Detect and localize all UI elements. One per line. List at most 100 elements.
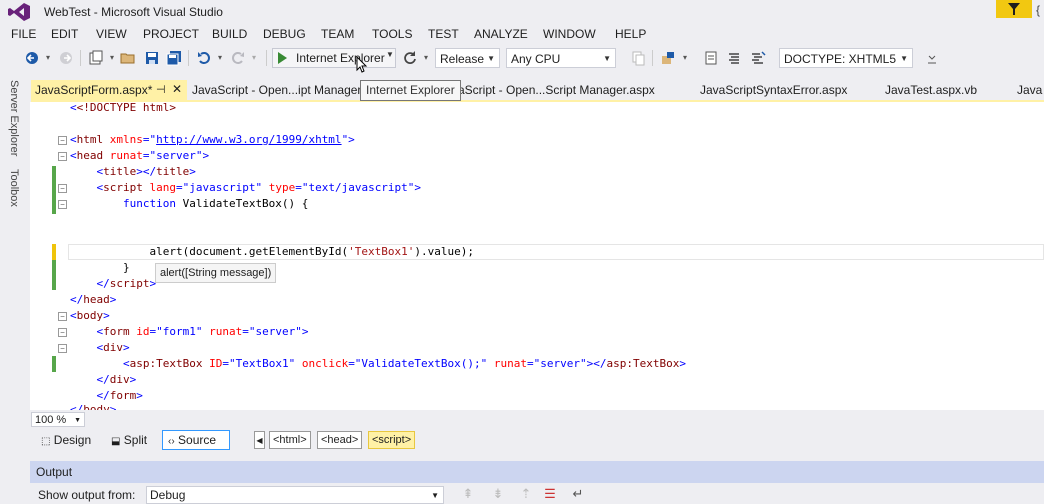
code-line: <asp:TextBox ID="TextBox1" onclick="Vali… (122, 357, 686, 370)
menu-test[interactable]: TEST (428, 27, 459, 41)
toolbox-tab[interactable]: Toolbox (8, 169, 20, 207)
next-message-icon[interactable]: ⇟ (490, 486, 506, 502)
chevron-down-icon[interactable]: ▾ (104, 50, 120, 66)
save-all-icon[interactable] (166, 50, 182, 66)
chevron-down-icon[interactable]: ▾ (246, 50, 262, 66)
format-selection-icon[interactable] (750, 50, 766, 66)
breadcrumb-html[interactable]: <html> (269, 431, 311, 449)
collapse-icon[interactable]: − (58, 184, 67, 193)
collapse-icon[interactable]: − (58, 312, 67, 321)
output-source-value: Debug (150, 488, 186, 502)
tab-javascriptsyntaxerror-aspx[interactable]: JavaScriptSyntaxError.aspx (700, 83, 847, 97)
align-text-icon[interactable] (726, 50, 742, 66)
chevron-down-icon: ▼ (603, 54, 611, 63)
output-panel-header (30, 461, 1044, 483)
toolbar-overflow-icon[interactable] (924, 50, 940, 66)
collapse-icon[interactable]: − (58, 344, 67, 353)
horizontal-scrollbar[interactable] (87, 412, 1044, 427)
solution-platform-select[interactable]: Any CPU ▼ (506, 48, 616, 68)
previous-message-icon[interactable]: ⇡ (518, 486, 534, 502)
code-line: alert(document.getElementById('TextBox1'… (149, 245, 475, 258)
collapse-icon[interactable]: − (58, 328, 67, 337)
zoom-value: 100 % (35, 414, 67, 426)
code-line: <html xmlns="http://www.w3.org/1999/xhtm… (70, 133, 355, 146)
tab-javascript-open-script-manager[interactable]: JavaScript - Open...ipt Manager (192, 83, 361, 97)
code-line: <div> (96, 341, 130, 354)
tab-javascript-open-script-manager-aspx[interactable]: vaScript - Open...Script Manager.aspx (452, 83, 655, 97)
navigate-forward-icon[interactable] (58, 50, 74, 66)
chevron-down-icon[interactable]: ▾ (40, 50, 56, 66)
code-line: </head> (70, 293, 117, 306)
find-in-files-icon[interactable] (660, 50, 676, 66)
solution-configuration-select[interactable]: Release ▼ (435, 48, 500, 68)
breadcrumb-scroll-left-icon[interactable]: ◀ (254, 431, 265, 449)
menu-tools[interactable]: TOOLS (372, 27, 412, 41)
pin-icon[interactable]: ⊣ (156, 83, 166, 96)
code-line: } (70, 261, 130, 274)
design-view-button[interactable]: ⬚ Design (41, 431, 91, 450)
menu-analyze[interactable]: ANALYZE (474, 27, 528, 41)
code-line: <<!DOCTYPE html> (70, 101, 176, 114)
tab-java[interactable]: Java (1017, 83, 1042, 97)
show-output-from-label: Show output from: (38, 488, 136, 502)
chevron-down-icon: ▼ (487, 54, 495, 63)
toolbar-separator (652, 50, 653, 66)
menu-help[interactable]: HELP (615, 27, 646, 41)
copy-icon[interactable] (630, 50, 646, 66)
menu-edit[interactable]: EDIT (51, 27, 78, 41)
refresh-icon[interactable] (402, 50, 418, 66)
navigate-back-icon[interactable] (24, 50, 40, 66)
tooltip: Internet Explorer (360, 80, 461, 101)
toolbar-separator (266, 50, 267, 66)
chevron-down-icon[interactable]: ▾ (212, 50, 228, 66)
mouse-cursor-icon (356, 56, 368, 73)
change-marker (52, 166, 56, 214)
menu-project[interactable]: PROJECT (143, 27, 199, 41)
code-line: </script> (96, 277, 157, 290)
chevron-down-icon: ▼ (74, 417, 81, 424)
split-view-button[interactable]: ⬓ Split (111, 431, 147, 450)
code-line: function ValidateTextBox() { (122, 197, 309, 210)
menu-build[interactable]: BUILD (212, 27, 247, 41)
html-element-icon[interactable] (703, 50, 719, 66)
doctype-value: DOCTYPE: XHTML5 (784, 52, 897, 66)
server-explorer-tab[interactable]: Server Explorer (8, 80, 20, 156)
chevron-down-icon[interactable]: ▾ (418, 50, 434, 66)
chevron-down-icon[interactable]: ▾ (677, 50, 693, 66)
find-message-icon[interactable]: ⇞ (460, 486, 476, 502)
close-icon[interactable]: ✕ (172, 82, 182, 96)
editor-gutter (30, 102, 66, 410)
toolbar-separator (188, 50, 189, 66)
toggle-word-wrap-icon[interactable]: ↵ (570, 486, 586, 502)
parameter-info-text: alert([String message]) (160, 267, 272, 279)
menu-window[interactable]: WINDOW (543, 27, 596, 41)
collapse-icon[interactable]: − (58, 200, 67, 209)
source-icon: ‹› (168, 436, 175, 447)
doctype-select[interactable]: DOCTYPE: XHTML5 ▼ (779, 48, 913, 68)
code-line: <form id="form1" runat="server"> (96, 325, 309, 338)
chevron-down-icon[interactable]: ▼ (386, 50, 394, 59)
save-icon[interactable] (144, 50, 160, 66)
redo-icon[interactable] (230, 50, 246, 66)
undo-icon[interactable] (196, 50, 212, 66)
menu-view[interactable]: VIEW (96, 27, 127, 41)
code-line: <script lang="javascript" type="text/jav… (96, 181, 422, 194)
platform-value: Any CPU (511, 52, 561, 66)
clear-all-icon[interactable]: ☰ (542, 486, 558, 502)
change-marker (52, 260, 56, 290)
menu-team[interactable]: TEAM (321, 27, 354, 41)
new-project-icon[interactable] (88, 50, 104, 66)
open-file-icon[interactable] (120, 50, 136, 66)
breadcrumb-script[interactable]: <script> (368, 431, 416, 449)
breadcrumb-head[interactable]: <head> (317, 431, 363, 449)
output-source-select[interactable]: Debug ▼ (146, 486, 444, 504)
tab-javatest-aspx-vb[interactable]: JavaTest.aspx.vb (885, 83, 977, 97)
collapse-icon[interactable]: − (58, 152, 67, 161)
notifications-flag-button[interactable] (996, 0, 1032, 18)
flag-icon (1008, 3, 1020, 15)
menu-debug[interactable]: DEBUG (263, 27, 306, 41)
collapse-icon[interactable]: − (58, 136, 67, 145)
code-line: <head runat="server"> (70, 149, 210, 162)
menu-file[interactable]: FILE (11, 27, 36, 41)
zoom-select[interactable]: 100 % ▼ (31, 412, 85, 427)
